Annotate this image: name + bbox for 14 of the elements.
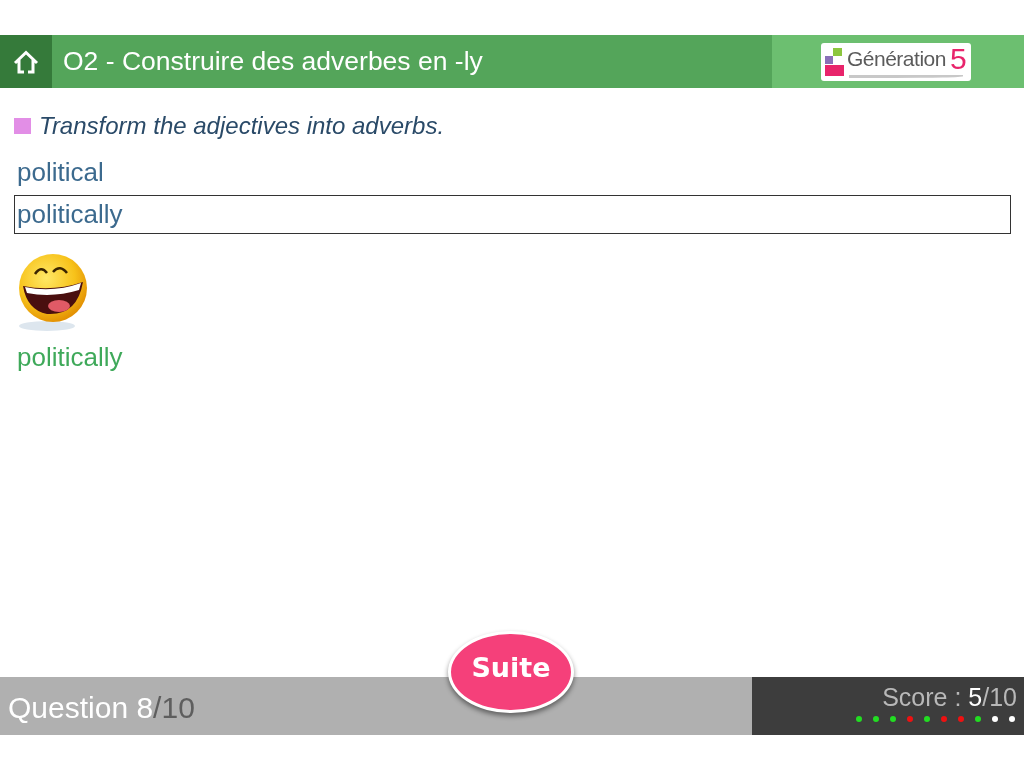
- score-text: Score : 5/10: [882, 683, 1017, 712]
- exercise-title: O2 - Construire des adverbes en -ly: [62, 45, 484, 78]
- correct-answer-text: politically: [17, 342, 123, 373]
- logo-number: 5: [949, 43, 967, 74]
- bullet-square-icon: [14, 118, 31, 134]
- logo-wordmark: Génération: [847, 46, 946, 71]
- next-button[interactable]: Suite: [448, 631, 574, 713]
- instruction-text: Transform the adjectives into adverbs.: [39, 112, 445, 140]
- logo-squares-icon: [825, 47, 845, 76]
- adjective-prompt: political: [17, 157, 104, 188]
- answer-field[interactable]: politically: [14, 195, 1011, 234]
- home-icon: [13, 49, 39, 74]
- home-button[interactable]: [0, 35, 52, 88]
- question-counter: Question 8/10: [8, 690, 195, 725]
